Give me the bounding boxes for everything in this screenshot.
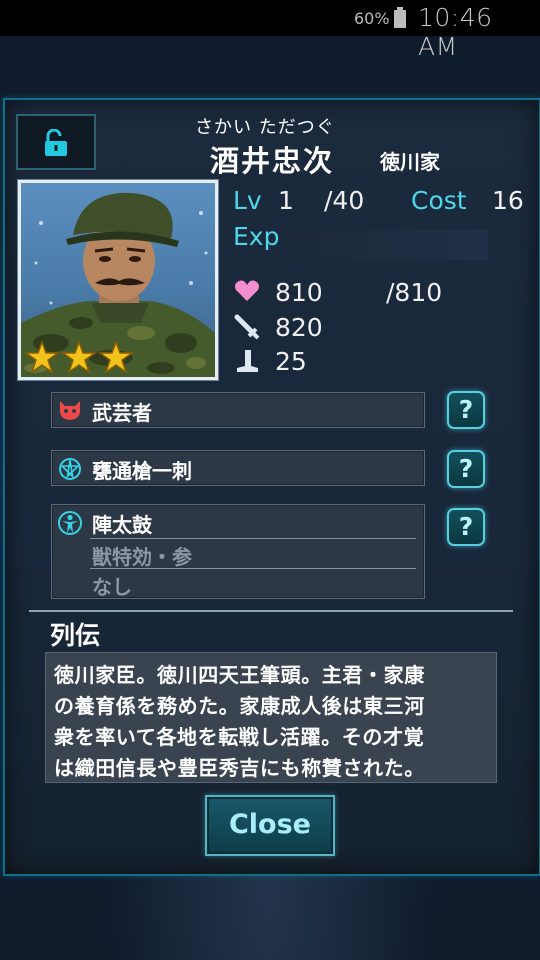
divider bbox=[29, 610, 513, 612]
lock-toggle-button[interactable] bbox=[16, 114, 96, 170]
boot-icon bbox=[237, 350, 258, 372]
sword-icon bbox=[234, 314, 260, 340]
status-bar: 60% 10:46 AM bbox=[0, 0, 540, 61]
star-icon bbox=[97, 339, 135, 374]
skill-label: 武芸者 bbox=[92, 401, 152, 425]
exp-bar bbox=[288, 230, 488, 260]
level-label: Lv bbox=[233, 186, 262, 215]
skill-help-button-3[interactable]: ? bbox=[447, 508, 485, 546]
biography-line: は織田信長や豊臣秀吉にも称賛された。 bbox=[54, 756, 425, 780]
character-name: 酒井忠次 bbox=[210, 144, 335, 178]
rarity-stars bbox=[23, 339, 145, 377]
skill-row-3[interactable]: 陣太鼓 獣特効・参 なし bbox=[51, 504, 425, 599]
biography-line: 衆を率いて各地を転戦し活躍。その才覚 bbox=[54, 725, 425, 749]
hp-value: 810 bbox=[275, 278, 323, 307]
level-value: 1 bbox=[278, 186, 294, 215]
biography-text-box: 徳川家臣。徳川四天王筆頭。主君・家康 の養育係を務めた。家康成人後は東三河 衆を… bbox=[45, 652, 497, 783]
skill-effect: 獣特効・参 bbox=[92, 545, 192, 569]
pentagram-icon bbox=[59, 458, 81, 480]
star-icon bbox=[60, 339, 98, 374]
biography-line: の養育係を務めた。家康成人後は東三河 bbox=[54, 694, 425, 718]
biography-line: 徳川家臣。徳川四天王筆頭。主君・家康 bbox=[54, 663, 425, 687]
clan-name: 徳川家 bbox=[380, 150, 440, 174]
cost-label: Cost bbox=[411, 186, 467, 215]
close-button[interactable]: Close bbox=[205, 795, 335, 856]
name-reading: さかい ただつぐ bbox=[195, 117, 335, 138]
level-max: /40 bbox=[324, 186, 365, 215]
skill-row-1[interactable]: 武芸者 bbox=[51, 392, 425, 428]
skill-label: 陣太鼓 bbox=[92, 513, 152, 537]
exp-label: Exp bbox=[233, 222, 280, 251]
attack-value: 820 bbox=[275, 313, 323, 342]
battery-icon bbox=[394, 7, 406, 28]
skill-help-button-1[interactable]: ? bbox=[447, 391, 485, 429]
battery-percentage: 60% bbox=[354, 9, 390, 28]
skill-help-button-2[interactable]: ? bbox=[447, 450, 485, 488]
unlock-icon bbox=[45, 129, 67, 156]
figure-icon bbox=[58, 511, 82, 535]
star-icon bbox=[23, 339, 61, 374]
oni-mask-icon bbox=[60, 401, 80, 420]
skill-row-2[interactable]: 甕通槍一刺 bbox=[51, 450, 425, 486]
skill-label: 甕通槍一刺 bbox=[92, 459, 192, 483]
character-portrait bbox=[17, 179, 219, 381]
cost-value: 16 bbox=[492, 186, 524, 215]
clock: 10:46 AM bbox=[418, 3, 493, 61]
skill-effect: なし bbox=[92, 575, 132, 599]
speed-value: 25 bbox=[275, 347, 307, 376]
biography-title: 列伝 bbox=[50, 621, 101, 650]
hp-max: /810 bbox=[386, 278, 443, 307]
heart-icon bbox=[235, 280, 259, 301]
